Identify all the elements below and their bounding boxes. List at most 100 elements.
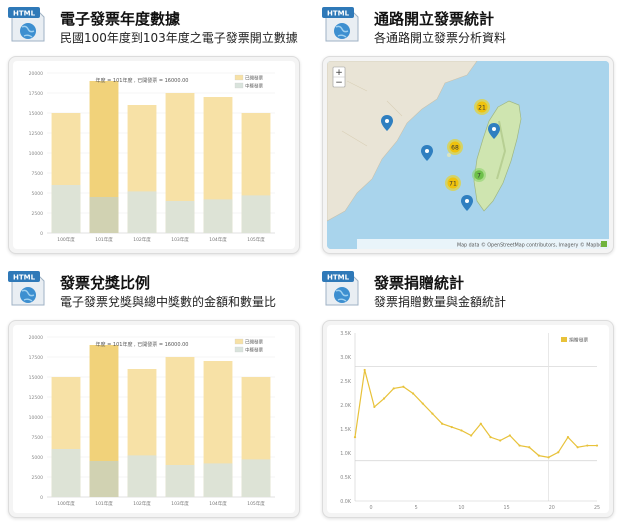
y-tick-label: 20000	[29, 335, 43, 341]
chart-tooltip: 年度 = 101年度 , 已開發票 = 16000.00	[96, 341, 189, 348]
data-point[interactable]	[431, 412, 434, 415]
data-point[interactable]	[508, 434, 511, 437]
data-point[interactable]	[528, 446, 531, 449]
data-point[interactable]	[363, 368, 366, 372]
y-tick-label: 0.0K	[340, 499, 352, 505]
x-tick-label: 104年度	[209, 236, 227, 243]
y-tick-label: 3.0K	[340, 355, 352, 361]
bar-winning[interactable]	[241, 459, 271, 497]
panel-title[interactable]: 通路開立發票統計	[374, 8, 494, 29]
y-tick-label: 10000	[29, 415, 43, 421]
zoom-out-button[interactable]: −	[335, 78, 343, 88]
y-tick-label: 0	[40, 495, 43, 501]
bar-winning[interactable]	[165, 465, 195, 497]
panel-subtitle: 各通路開立發票分析資料	[374, 31, 507, 45]
marker-cluster[interactable]: 7	[472, 168, 486, 182]
marker-cluster[interactable]: 71	[445, 175, 461, 191]
data-point[interactable]	[595, 444, 599, 447]
zoom-in-button[interactable]: +	[335, 68, 343, 78]
svg-text:68: 68	[451, 145, 459, 152]
data-point[interactable]	[586, 444, 589, 447]
data-point[interactable]	[460, 429, 463, 432]
data-point[interactable]	[576, 446, 579, 449]
bar-winning[interactable]	[241, 195, 271, 233]
x-tick-label: 101年度	[95, 236, 113, 243]
data-point[interactable]	[402, 385, 405, 388]
x-tick-label: 104年度	[209, 500, 227, 507]
bar-winning[interactable]	[203, 463, 233, 497]
legend-swatch	[234, 74, 244, 81]
data-point[interactable]	[353, 436, 357, 439]
html-globe-icon[interactable]: HTML	[8, 267, 46, 307]
y-tick-label: 17500	[29, 355, 43, 361]
legend-label: 已開發票	[245, 339, 263, 346]
y-tick-label: 1.0K	[340, 451, 352, 457]
data-point[interactable]	[441, 422, 444, 425]
data-point[interactable]	[392, 387, 395, 390]
chart-card[interactable]: 0 2500 5000 7500 10000 12500 15000 17500 20000 10…	[8, 320, 300, 518]
svg-text:7: 7	[477, 173, 481, 180]
chart-card[interactable]: 0 2500 5000 7500 10000 12500 15000 17500 20000 10…	[8, 56, 300, 254]
bar-chart[interactable]: 0 2500 5000 7500 10000 12500 15000 17500 20000 10…	[13, 325, 295, 513]
map-card[interactable]: + − 21 68 71 7 Map data © OpenStreetMap …	[322, 56, 614, 254]
chart-legend: 已開發票中獎發票	[234, 74, 263, 90]
y-tick-label: 7500	[32, 171, 44, 177]
panel-title[interactable]: 發票捐贈統計	[374, 272, 464, 293]
x-tick-label: 103年度	[171, 500, 189, 507]
panel-title[interactable]: 電子發票年度數據	[60, 8, 180, 29]
html-globe-icon[interactable]: HTML	[322, 3, 360, 43]
bar-winning[interactable]	[203, 199, 233, 233]
data-point[interactable]	[479, 422, 482, 425]
panel-channel-stats: HTML 通路開立發票統計 各通路開立發票分析資料 + − 21 68 71 7…	[314, 0, 624, 258]
data-point[interactable]	[566, 436, 570, 439]
data-point[interactable]	[489, 436, 492, 439]
html-globe-icon[interactable]: HTML	[322, 267, 360, 307]
data-point[interactable]	[547, 456, 550, 459]
x-tick-label: 25	[594, 505, 600, 511]
y-tick-label: 0	[40, 231, 43, 237]
data-point[interactable]	[557, 451, 560, 454]
marker-cluster[interactable]: 68	[447, 139, 463, 155]
panel-subtitle: 民國100年度到103年度之電子發票開立數據	[60, 31, 298, 45]
panel-title[interactable]: 發票兌獎比例	[60, 272, 150, 293]
data-point[interactable]	[382, 397, 386, 400]
x-tick-label: 101年度	[95, 500, 113, 507]
y-tick-label: 1.5K	[340, 427, 352, 433]
data-point[interactable]	[373, 405, 376, 409]
legend-label: 捐贈發票	[569, 337, 588, 344]
panel-header: HTML 通路開立發票統計 各通路開立發票分析資料	[314, 0, 624, 50]
chart-card[interactable]: 0.0K 0.5K 1.0K 1.5K 2.0K 2.5K 3.0K 3.5K 0 5 10 15 20…	[322, 320, 614, 518]
x-tick-label: 102年度	[133, 500, 151, 507]
bar-winning[interactable]	[127, 455, 157, 497]
bar-winning[interactable]	[51, 449, 81, 497]
line-chart[interactable]: 0.0K 0.5K 1.0K 1.5K 2.0K 2.5K 3.0K 3.5K 0 5 10 15 20…	[327, 325, 609, 513]
bar-winning[interactable]	[127, 191, 157, 233]
zoom-control[interactable]: + −	[332, 66, 346, 88]
data-point[interactable]	[470, 434, 473, 437]
panel-header: HTML 電子發票年度數據 民國100年度到103年度之電子發票開立數據	[0, 0, 310, 50]
y-tick-label: 5000	[32, 191, 44, 197]
y-tick-label: 0.5K	[340, 475, 352, 481]
data-point[interactable]	[499, 439, 502, 442]
bar-winning[interactable]	[89, 461, 119, 497]
x-tick-label: 20	[549, 505, 555, 511]
bar-winning[interactable]	[165, 201, 195, 233]
bar-winning[interactable]	[89, 197, 119, 233]
bar-chart[interactable]: 0 2500 5000 7500 10000 12500 15000 17500 20000 10…	[13, 61, 295, 249]
series-line	[354, 369, 597, 458]
y-tick-label: 7500	[32, 435, 44, 441]
panel-donation-stats: HTML 發票捐贈統計 發票捐贈數量與金額統計 0.0K 0.5K 1.0K 1.5K…	[314, 264, 624, 522]
data-point[interactable]	[450, 425, 453, 429]
data-point[interactable]	[537, 454, 541, 457]
y-tick-label: 15000	[29, 111, 43, 117]
data-point[interactable]	[411, 392, 415, 395]
bar-winning[interactable]	[51, 185, 81, 233]
taiwan-map[interactable]: + − 21 68 71 7 Map data © OpenStreetMap …	[327, 61, 609, 249]
x-tick-label: 103年度	[171, 236, 189, 243]
data-point[interactable]	[421, 402, 424, 405]
legend-swatch	[234, 338, 244, 345]
data-point[interactable]	[518, 444, 521, 447]
legend-swatch	[561, 337, 567, 342]
html-globe-icon[interactable]: HTML	[8, 3, 46, 43]
marker-cluster[interactable]: 21	[474, 99, 490, 115]
